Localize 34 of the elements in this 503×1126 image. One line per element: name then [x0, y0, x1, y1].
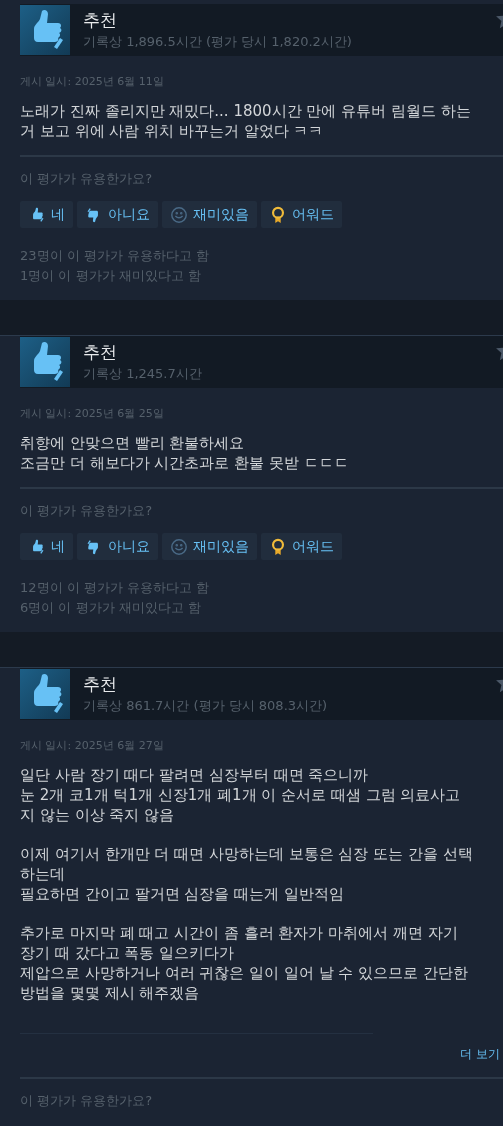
review-text: 노래가 진짜 졸리지만 재밌다... 1800시간 만에 유튜버 림월드 하는 거 보고 위에 사람 위치 바꾸는거 알었다 ㅋㅋ: [20, 101, 472, 141]
vote-count-text: 23명이 이 평가가 유용하다고 함: [20, 247, 211, 265]
vote-count-text: 6명이 이 평가가 재미있다고 함: [20, 599, 202, 617]
vote-button[interactable]: 어워드: [261, 201, 342, 228]
review-verdict: 추천: [83, 9, 118, 32]
smiley-icon: [170, 205, 188, 224]
vote-button[interactable]: 어워드: [261, 533, 342, 560]
vote-button[interactable]: 아니요: [77, 533, 158, 560]
vote-button[interactable]: 재미있음: [162, 533, 257, 560]
award-icon: [269, 205, 287, 224]
vote-button[interactable]: 재미있음: [162, 201, 257, 228]
vote-button[interactable]: 네: [20, 533, 73, 560]
vote-count-text: 1명이 이 평가가 재미있다고 함: [20, 267, 202, 285]
vote-button[interactable]: 아니요: [77, 201, 158, 228]
posted-date: 게시 일시: 2025년 6월 25일: [20, 406, 165, 421]
smiley-icon: [170, 537, 188, 556]
review-text: 이제 여기서 한개만 더 때면 사망하는데 보통은 심장 또는 간을 선택 하는데 필요하면 간이고 팔거면 심장을 때는게 일반적임: [20, 844, 474, 904]
vote-count-text: 12명이 이 평가가 유용하다고 함: [20, 579, 211, 597]
review-text: 일단 사람 장기 때다 팔려면 심장부터 때면 죽으니까 눈 2개 코1개 턱1개 신장1개 폐1개 이 순서로 때샘 그럼 의료사고 지 않는 이상 죽지 않음: [20, 765, 462, 825]
review-verdict: 추천: [83, 341, 118, 364]
posted-date: 게시 일시: 2025년 6월 27일: [20, 738, 165, 753]
playtime-text: 기록상 1,896.5시간 (평가 당시 1,820.2시간): [83, 33, 353, 51]
playtime-text: 기록상 1,245.7시간: [83, 365, 203, 383]
playtime-text: 기록상 861.7시간 (평가 당시 808.3시간): [83, 697, 329, 715]
helpful-prompt: 이 평가가 유용한가요?: [20, 1092, 154, 1110]
review-text: 추가로 마지막 폐 때고 시간이 좀 흘러 환자가 마취에서 깨면 자기 장기 때 갔다고 폭동 일으키다가 제압으로 사망하거나 여러 귀찮은 일이 일어 날 수 있으므로 간단한 방법을 몇몇 제시 해주겠음: [20, 923, 469, 1003]
review-verdict: 추천: [83, 673, 118, 696]
award-icon: [269, 537, 287, 556]
review-text: 취향에 안맞으면 빨리 환불하세요 조금만 더 해보다가 시간초과로 환불 못받 ㄷㄷㄷ: [20, 433, 350, 473]
read-more-link[interactable]: 더 보기: [460, 1046, 500, 1063]
helpful-prompt: 이 평가가 유용한가요?: [20, 502, 154, 520]
helpful-prompt: 이 평가가 유용한가요?: [20, 170, 154, 188]
posted-date: 게시 일시: 2025년 6월 11일: [20, 74, 165, 89]
vote-button[interactable]: 네: [20, 201, 73, 228]
